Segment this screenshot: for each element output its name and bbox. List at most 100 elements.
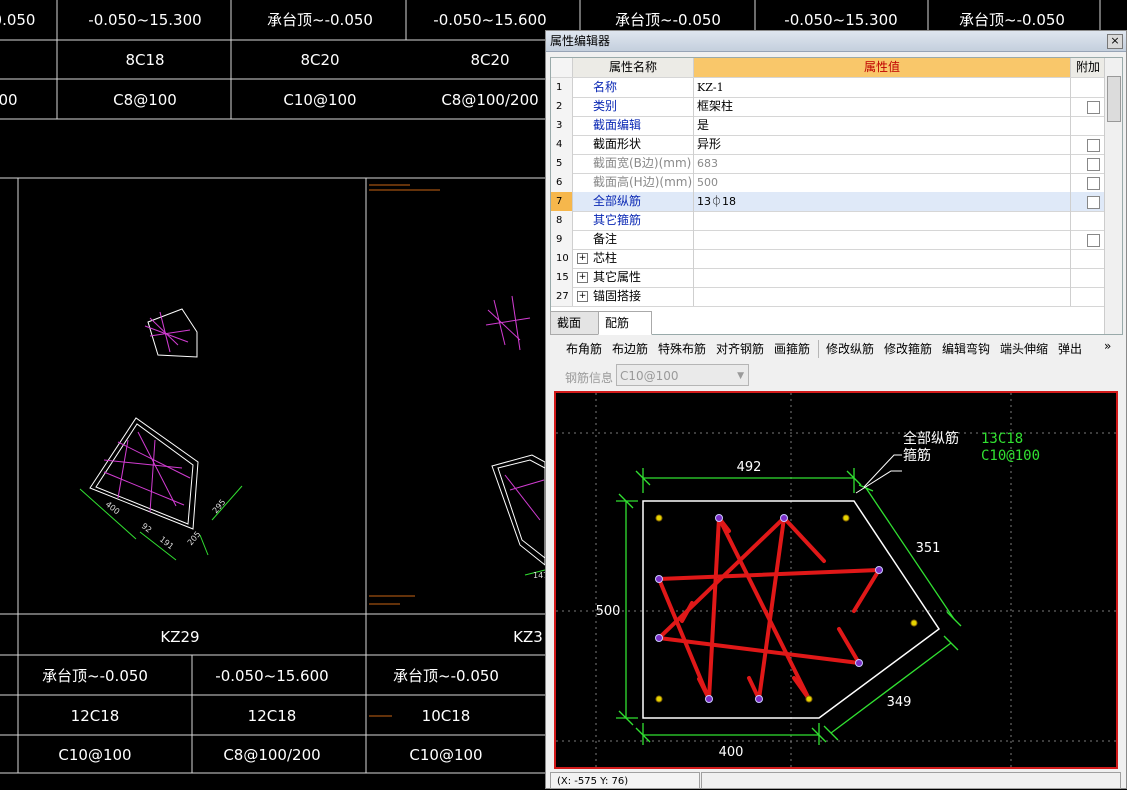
property-name: 截面形状 [573,135,694,154]
edge-bar-button[interactable]: 布边筋 [612,337,648,361]
section-preview[interactable]: 492 351 500 349 400 全部纵筋 箍筋 13C18 C10@10… [554,391,1118,769]
status-bar-panel [701,772,1121,789]
column-label: KZ3 [513,628,543,646]
property-row[interactable]: 4 截面形状 异形 [551,135,1104,155]
edit-stirrup-button[interactable]: 修改箍筋 [884,337,932,361]
row-number: 4 [551,135,573,154]
add-checkbox[interactable] [1087,101,1100,114]
cad-cell: 承台顶~-0.050 [615,11,721,29]
cad-cell: 承台顶~-0.050 [393,667,499,685]
add-checkbox[interactable] [1087,234,1100,247]
property-grid: 属性名称 属性值 附加 1 名称 KZ-1 2 类别 框架柱 3 截面编辑 是 … [550,57,1123,335]
row-number: 1 [551,78,573,97]
property-row-selected[interactable]: 7 全部纵筋 13⏀18 [551,192,1104,212]
dim-text: 349 [887,695,912,710]
cad-cell: C8@100 [113,91,177,109]
row-number: 15 [551,268,573,287]
dim-text: 205 [186,530,203,547]
rebar-toolbar: 布角筋 布边筋 特殊布筋 对齐钢筋 画箍筋 修改纵筋 修改箍筋 编辑弯钩 端头伸… [555,337,1117,361]
row-number: 3 [551,116,573,135]
property-name-cell: + 其它属性 [573,268,694,287]
special-bar-button[interactable]: 特殊布筋 [658,337,706,361]
column-section-sketch-2: 147 [485,295,548,580]
grid-scrollbar[interactable] [1104,58,1122,334]
property-group-row[interactable]: 10 + 芯柱 [551,249,1104,269]
property-row[interactable]: 9 备注 [551,230,1104,250]
grid-header: 属性名称 属性值 附加 [551,58,1104,78]
dim-text: 351 [916,541,941,556]
property-value[interactable] [694,211,1071,230]
chevron-down-icon[interactable]: ▼ [737,365,744,387]
property-row[interactable]: 8 其它箍筋 [551,211,1104,231]
tab-section[interactable]: 截面 [550,311,604,335]
header-add: 附加 [1075,60,1100,74]
property-value[interactable]: 异形 [694,135,1071,154]
property-value [694,249,1071,268]
toolbar-separator [818,340,819,358]
property-editor-window: 属性编辑器 × 属性名称 属性值 附加 1 名称 KZ-1 2 类别 框架柱 3… [545,30,1127,789]
add-checkbox[interactable] [1087,139,1100,152]
header-value: 属性值 [694,58,1071,77]
property-row[interactable]: 5 截面宽(B边)(mm) 683 [551,154,1104,174]
edit-hook-button[interactable]: 编辑弯钩 [942,337,990,361]
cad-cell: C8@100/200 [223,746,320,764]
property-value[interactable]: 13⏀18 [694,192,1071,211]
add-checkbox[interactable] [1087,196,1100,209]
end-stretch-button[interactable]: 端头伸缩 [1000,337,1048,361]
cad-cell: 12C18 [71,707,120,725]
property-name: 截面高(H边)(mm) [573,173,694,192]
dim-text: 400 [719,745,744,760]
section-preview-svg: 492 351 500 349 400 全部纵筋 箍筋 13C18 C10@10… [556,393,1116,767]
column-section-sketch: 400 92 191 205 295 [79,308,243,561]
header-corner [551,58,573,77]
popup-button[interactable]: 弹出 [1058,337,1082,361]
expand-icon[interactable]: + [577,272,588,283]
cad-cell: 00 [0,91,18,109]
window-title[interactable]: 属性编辑器 [546,31,1126,52]
row-number: 8 [551,211,573,230]
cad-cell: C10@100 [409,746,482,764]
row-number: 2 [551,97,573,116]
property-name: 锚固搭接 [593,289,642,303]
property-row[interactable]: 2 类别 框架柱 [551,97,1104,117]
property-name-cell: + 锚固搭接 [573,287,694,306]
header-name: 属性名称 [573,58,694,77]
rebar-info-select[interactable]: C10@100 ▼ [616,364,749,386]
add-checkbox[interactable] [1087,177,1100,190]
property-group-row[interactable]: 27 + 锚固搭接 [551,287,1104,307]
property-row[interactable]: 1 名称 KZ-1 [551,78,1104,98]
property-value[interactable] [694,230,1071,249]
property-row[interactable]: 3 截面编辑 是 [551,116,1104,136]
property-value[interactable]: 框架柱 [694,97,1071,116]
property-value[interactable]: 是 [694,116,1071,135]
expand-icon[interactable]: + [577,253,588,264]
cad-cell: 8C20 [300,51,339,69]
scrollbar-thumb[interactable] [1107,76,1121,122]
add-checkbox[interactable] [1087,158,1100,171]
dim-text: 295 [211,498,228,515]
align-bar-button[interactable]: 对齐钢筋 [716,337,764,361]
cad-cell: 承台顶~-0.050 [267,11,373,29]
property-value [694,287,1071,306]
expand-icon[interactable]: + [577,291,588,302]
property-value[interactable]: KZ-1 [694,78,1071,97]
tab-rebar[interactable]: 配筋 [598,311,652,335]
row-number: 6 [551,173,573,192]
column-label: KZ29 [160,628,199,646]
corner-bar-button[interactable]: 布角筋 [566,337,602,361]
property-value[interactable]: 683 [694,154,1071,173]
property-row[interactable]: 6 截面高(H边)(mm) 500 [551,173,1104,193]
edit-long-bar-button[interactable]: 修改纵筋 [826,337,874,361]
property-group-row[interactable]: 15 + 其它属性 [551,268,1104,288]
property-name: 截面宽(B边)(mm) [573,154,694,173]
cad-cell: C10@100 [283,91,356,109]
more-icon[interactable]: » [1104,334,1111,358]
close-icon[interactable]: × [1107,34,1123,49]
dim-text: 400 [104,500,122,517]
cad-cell: -0.050~15.600 [215,667,328,685]
draw-stirrup-button[interactable]: 画箍筋 [774,337,810,361]
dim-text: 92 [140,521,154,534]
property-value[interactable]: 500 [694,173,1071,192]
rebar-info-label: 钢筋信息 [565,371,614,385]
label-stirrup: 箍筋 [903,447,931,464]
